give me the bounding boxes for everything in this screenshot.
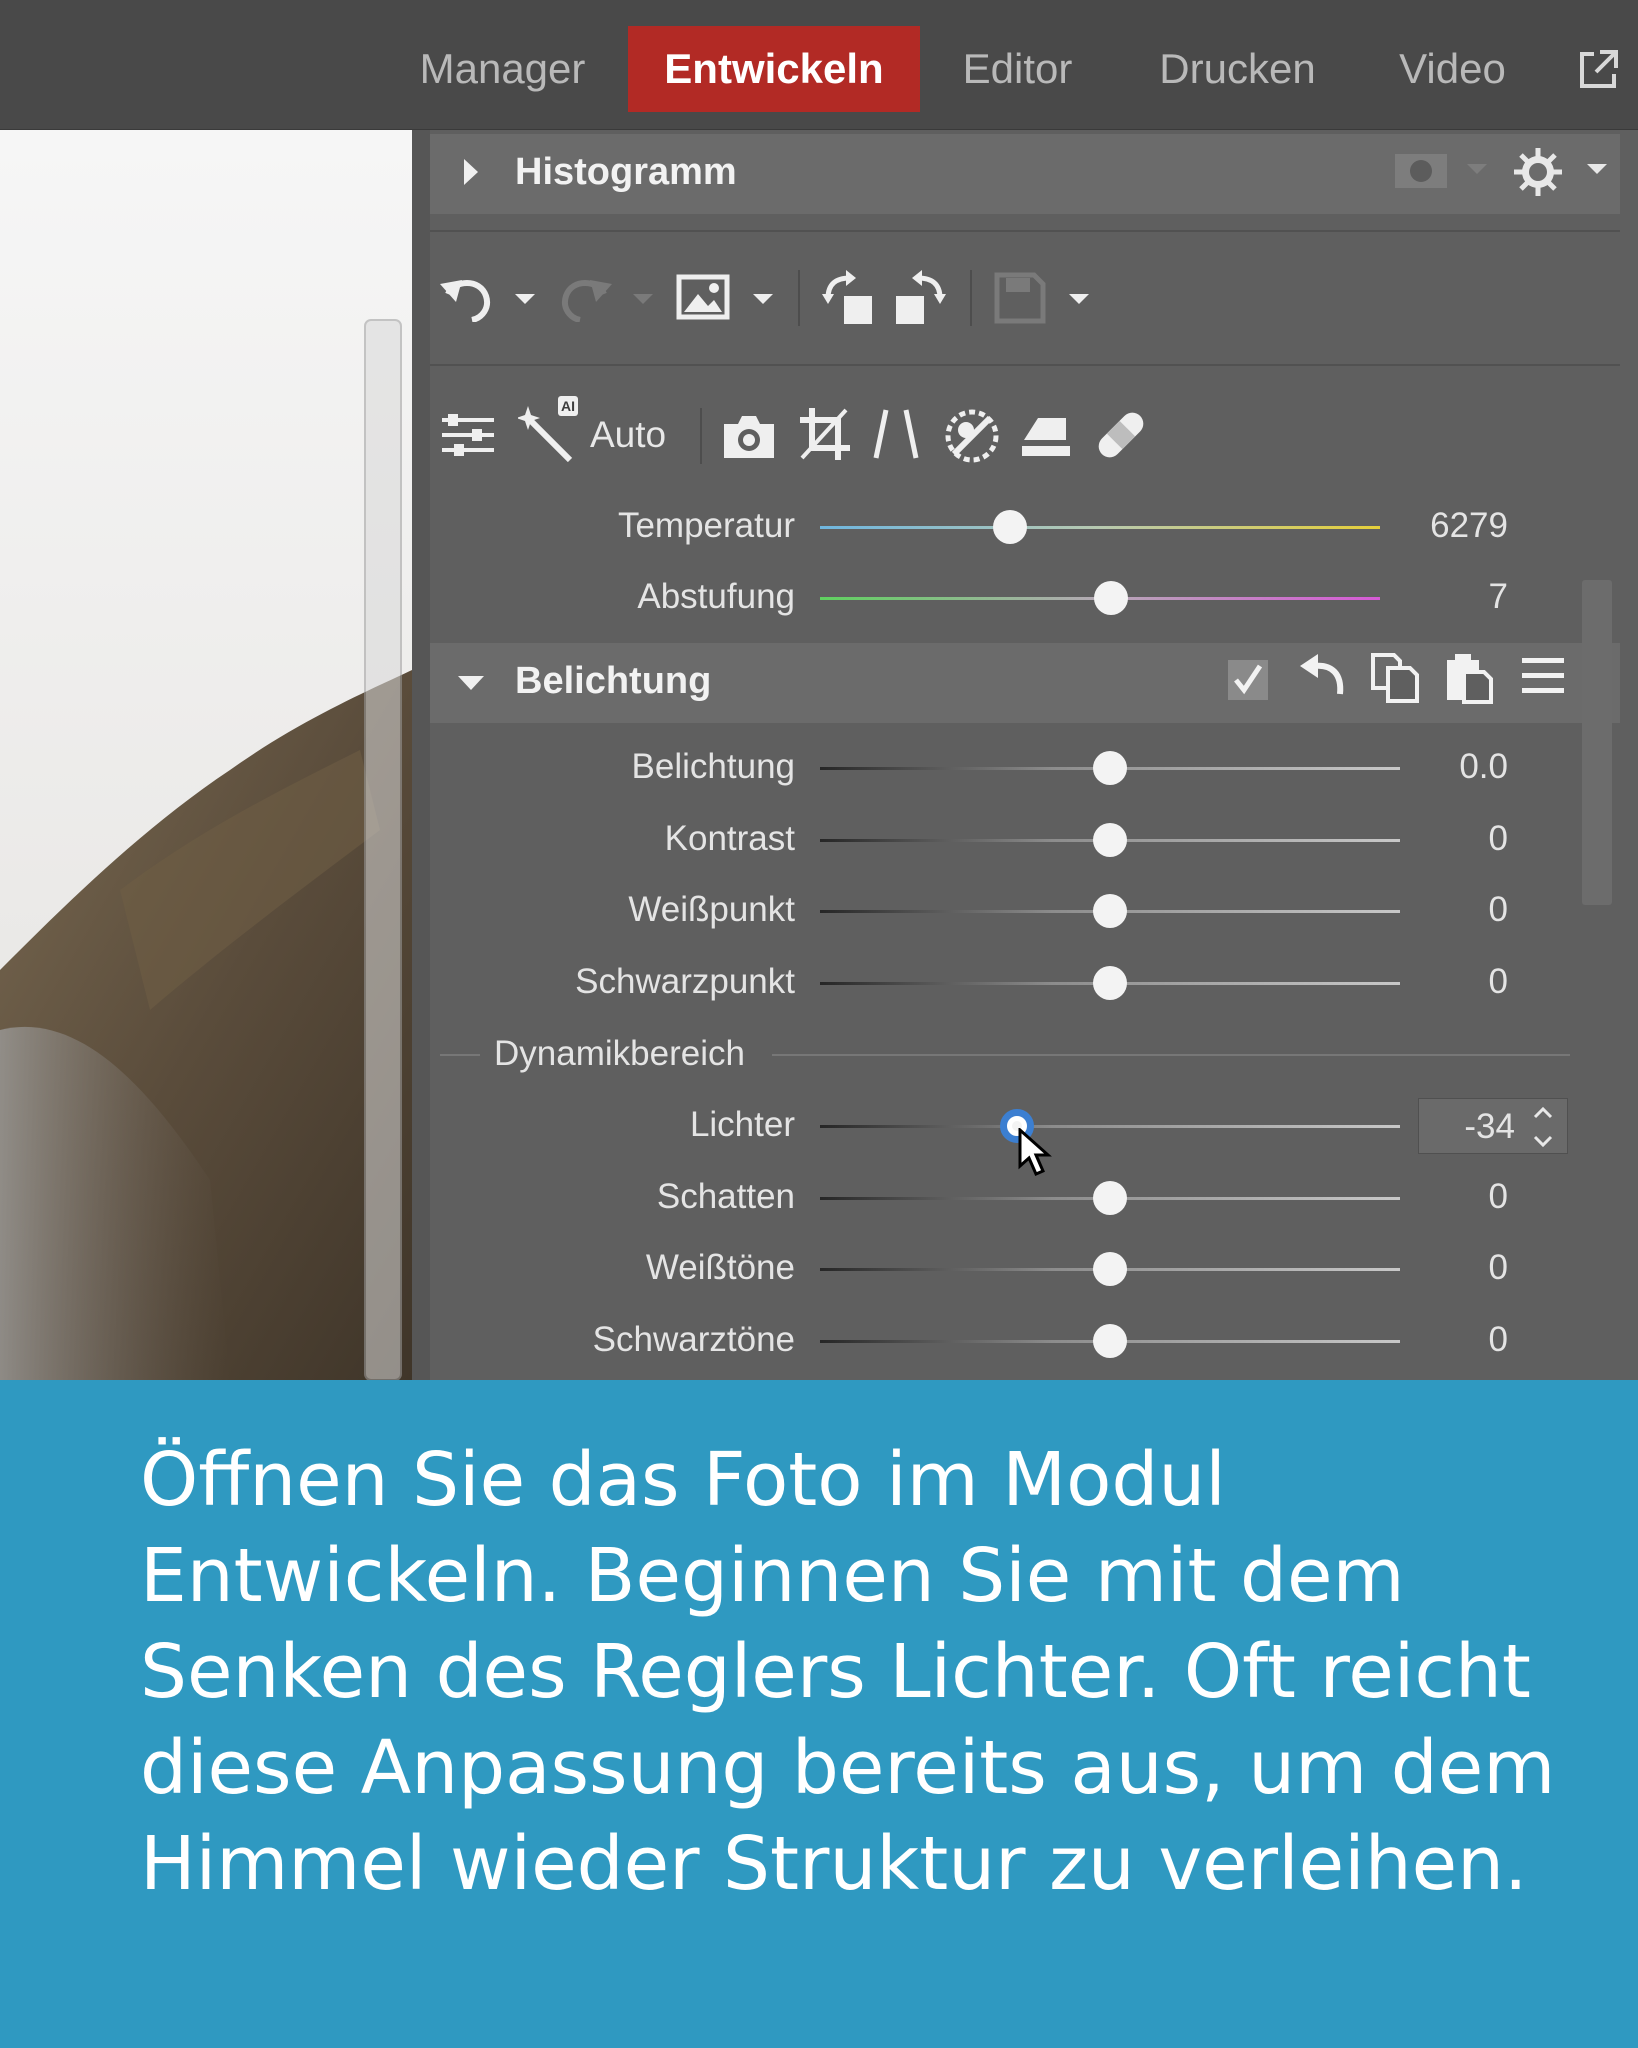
spinner-icon[interactable]	[1533, 1105, 1553, 1149]
rotate-left-icon[interactable]	[822, 270, 874, 326]
chevron-down-icon[interactable]	[514, 292, 536, 306]
toolbar-separator	[798, 270, 800, 326]
ai-badge: AI	[561, 398, 575, 414]
group-divider	[772, 1054, 1570, 1056]
schwarzt-ne-slider-handle[interactable]	[1093, 1323, 1127, 1358]
image-icon[interactable]	[676, 274, 730, 320]
toolbar-separator	[700, 408, 702, 464]
redo-icon[interactable]	[556, 272, 612, 322]
color-icon[interactable]	[944, 408, 1000, 464]
abstufung-slider-handle[interactable]	[1094, 581, 1129, 615]
schatten-value[interactable]: 0	[1388, 1177, 1508, 1217]
belichtung-value[interactable]: 0.0	[1388, 747, 1508, 787]
schwarzpunkt-value[interactable]: 0	[1388, 962, 1508, 1002]
schatten-slider-handle[interactable]	[1093, 1180, 1127, 1215]
group-divider	[440, 1054, 480, 1056]
lichter-slider-track[interactable]	[820, 1125, 1400, 1128]
tab-drucken[interactable]: Drucken	[1140, 26, 1335, 112]
checkbox-icon[interactable]	[1226, 658, 1270, 702]
wei-t-ne-value[interactable]: 0	[1388, 1248, 1508, 1288]
caption-banner: Öffnen Sie das Foto im Modul Entwickeln.…	[0, 1380, 1638, 2048]
perspective-icon[interactable]	[870, 406, 922, 462]
belichtung-slider-handle[interactable]	[1093, 751, 1127, 785]
reset-icon[interactable]	[1298, 654, 1346, 702]
tab-entwickeln[interactable]: Entwickeln	[628, 26, 920, 112]
stamp-icon[interactable]	[1020, 412, 1072, 460]
schatten-label: Schatten	[656, 1176, 795, 1216]
mouse-cursor-icon	[1018, 1128, 1052, 1176]
copy-icon[interactable]	[1370, 652, 1420, 704]
chevron-down-icon[interactable]	[1586, 162, 1608, 176]
paste-icon[interactable]	[1444, 652, 1494, 704]
chevron-down-icon[interactable]	[1068, 292, 1090, 306]
auto-label[interactable]: Auto	[590, 414, 666, 456]
photo-preview	[0, 130, 412, 1380]
undo-icon[interactable]	[440, 272, 496, 322]
temperatur-label: Temperatur	[617, 506, 795, 545]
wei-punkt-value[interactable]: 0	[1388, 890, 1508, 930]
external-window-icon[interactable]	[1574, 46, 1622, 94]
panel-scrollbar[interactable]	[1582, 580, 1612, 905]
lichter-label: Lichter	[689, 1105, 795, 1144]
chevron-down-icon[interactable]	[1466, 162, 1488, 176]
crop-icon[interactable]	[798, 406, 850, 462]
lichter-value-input[interactable]: -34	[1418, 1098, 1568, 1154]
expand-triangle-icon[interactable]	[462, 157, 480, 187]
collapse-triangle-icon[interactable]	[456, 674, 486, 692]
dynamic-range-title: Dynamikbereich	[494, 1034, 745, 1073]
module-bar: Manager Entwickeln Editor Drucken Video	[0, 0, 1638, 130]
temperatur-value[interactable]: 6279	[1388, 506, 1508, 546]
sliders-icon[interactable]	[440, 412, 496, 458]
histogram-title: Histogramm	[515, 151, 737, 193]
mask-icon[interactable]	[1394, 150, 1448, 190]
camera-icon[interactable]	[722, 412, 776, 460]
divider	[430, 364, 1620, 366]
caption-text: Öffnen Sie das Foto im Modul Entwickeln.…	[140, 1437, 1556, 1907]
belichtung-label: Belichtung	[631, 747, 795, 786]
kontrast-value[interactable]: 0	[1388, 819, 1508, 859]
tab-manager[interactable]: Manager	[400, 26, 605, 112]
toolbar-separator	[970, 270, 972, 326]
divider	[430, 230, 1620, 232]
abstufung-value[interactable]: 7	[1388, 577, 1508, 617]
tab-editor[interactable]: Editor	[940, 26, 1095, 112]
wei-t-ne-label: Weißtöne	[645, 1248, 795, 1287]
exposure-title: Belichtung	[515, 660, 712, 702]
kontrast-slider-handle[interactable]	[1093, 822, 1127, 857]
schwarzt-ne-label: Schwarztöne	[592, 1319, 795, 1359]
lichter-value: -34	[1464, 1107, 1515, 1146]
save-icon[interactable]	[994, 272, 1046, 324]
chevron-down-icon[interactable]	[632, 292, 654, 306]
wei-t-ne-slider-handle[interactable]	[1093, 1252, 1127, 1286]
kontrast-label: Kontrast	[664, 818, 795, 858]
temperatur-slider-track[interactable]	[820, 526, 1380, 529]
photo-image	[0, 130, 412, 1380]
tab-video[interactable]: Video	[1385, 26, 1520, 112]
wei-punkt-label: Weißpunkt	[628, 890, 795, 929]
rotate-right-icon[interactable]	[894, 270, 946, 326]
chevron-down-icon[interactable]	[752, 292, 774, 306]
schwarzpunkt-slider-handle[interactable]	[1093, 965, 1127, 1000]
wei-punkt-slider-handle[interactable]	[1093, 894, 1127, 928]
schwarzpunkt-label: Schwarzpunkt	[575, 961, 795, 1001]
menu-icon[interactable]	[1522, 656, 1564, 696]
gear-icon[interactable]	[1512, 146, 1564, 198]
bandage-icon[interactable]	[1092, 406, 1150, 464]
abstufung-label: Abstufung	[637, 577, 795, 616]
schwarzt-ne-value[interactable]: 0	[1388, 1320, 1508, 1360]
